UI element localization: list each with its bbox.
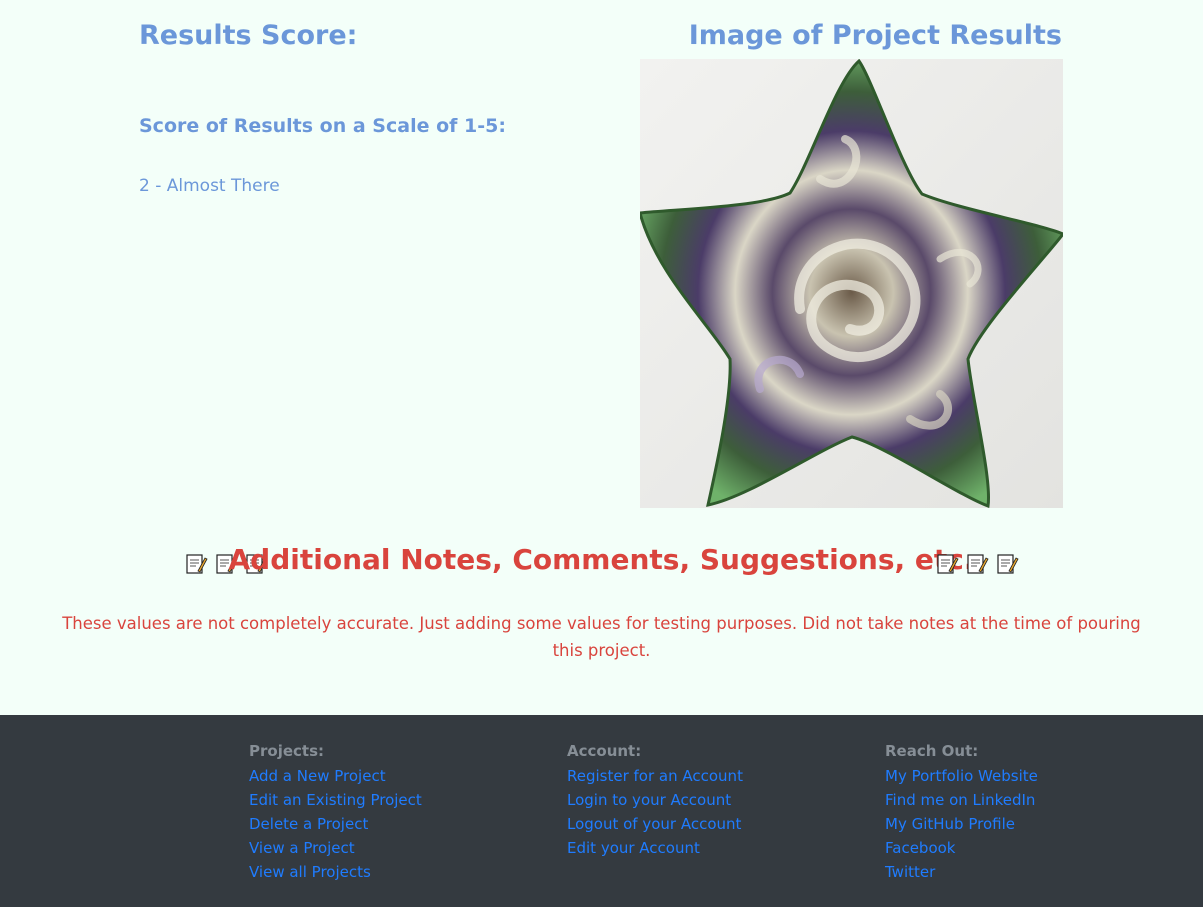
register-account-link[interactable]: Register for an Account [567,767,743,785]
memo-icon-group-right [935,552,1019,576]
footer-reach-out-column: Reach Out: My Portfolio Website Find me … [885,740,1038,884]
memo-icon [937,554,959,574]
facebook-link[interactable]: Facebook [885,839,955,857]
site-footer: Projects: Add a New Project Edit an Exis… [0,715,1203,907]
footer-link-item: Logout of your Account [567,812,743,836]
memo-icon [997,554,1019,574]
logout-link[interactable]: Logout of your Account [567,815,741,833]
edit-project-link[interactable]: Edit an Existing Project [249,791,422,809]
footer-link-item: My GitHub Profile [885,812,1038,836]
view-project-link[interactable]: View a Project [249,839,355,857]
edit-account-link[interactable]: Edit your Account [567,839,700,857]
footer-account-heading: Account: [567,742,642,760]
footer-link-item: View all Projects [249,860,422,884]
footer-link-item: Edit an Existing Project [249,788,422,812]
footer-link-item: Edit your Account [567,836,743,860]
footer-projects-column: Projects: Add a New Project Edit an Exis… [249,740,422,884]
footer-link-item: Login to your Account [567,788,743,812]
twitter-link[interactable]: Twitter [885,863,935,881]
notes-header: Additional Notes, Comments, Suggestions,… [0,540,1203,584]
portfolio-link[interactable]: My Portfolio Website [885,767,1038,785]
results-section: Results Score: Score of Results on a Sca… [0,0,1203,520]
footer-link-item: Twitter [885,860,1038,884]
footer-link-item: My Portfolio Website [885,764,1038,788]
footer-link-item: View a Project [249,836,422,860]
github-link[interactable]: My GitHub Profile [885,815,1015,833]
project-image-heading: Image of Project Results [688,20,1062,51]
footer-link-item: Register for an Account [567,764,743,788]
footer-reach-out-heading: Reach Out: [885,742,979,760]
score-scale-label: Score of Results on a Scale of 1-5: [139,115,506,137]
delete-project-link[interactable]: Delete a Project [249,815,368,833]
notes-heading: Additional Notes, Comments, Suggestions,… [228,543,975,576]
project-result-image [640,59,1063,508]
footer-projects-heading: Projects: [249,742,324,760]
footer-projects-links: Add a New Project Edit an Existing Proje… [249,764,422,884]
footer-account-column: Account: Register for an Account Login t… [567,740,743,860]
resin-star-illustration [640,59,1063,508]
login-link[interactable]: Login to your Account [567,791,731,809]
view-all-projects-link[interactable]: View all Projects [249,863,371,881]
footer-reach-out-links: My Portfolio Website Find me on LinkedIn… [885,764,1038,884]
footer-link-item: Facebook [885,836,1038,860]
footer-account-links: Register for an Account Login to your Ac… [567,764,743,860]
footer-link-item: Find me on LinkedIn [885,788,1038,812]
memo-icon [967,554,989,574]
notes-text: These values are not completely accurate… [62,614,1141,660]
footer-link-item: Delete a Project [249,812,422,836]
linkedin-link[interactable]: Find me on LinkedIn [885,791,1035,809]
score-value: 2 - Almost There [139,176,280,196]
add-project-link[interactable]: Add a New Project [249,767,386,785]
footer-link-item: Add a New Project [249,764,422,788]
results-score-heading: Results Score: [139,20,358,51]
